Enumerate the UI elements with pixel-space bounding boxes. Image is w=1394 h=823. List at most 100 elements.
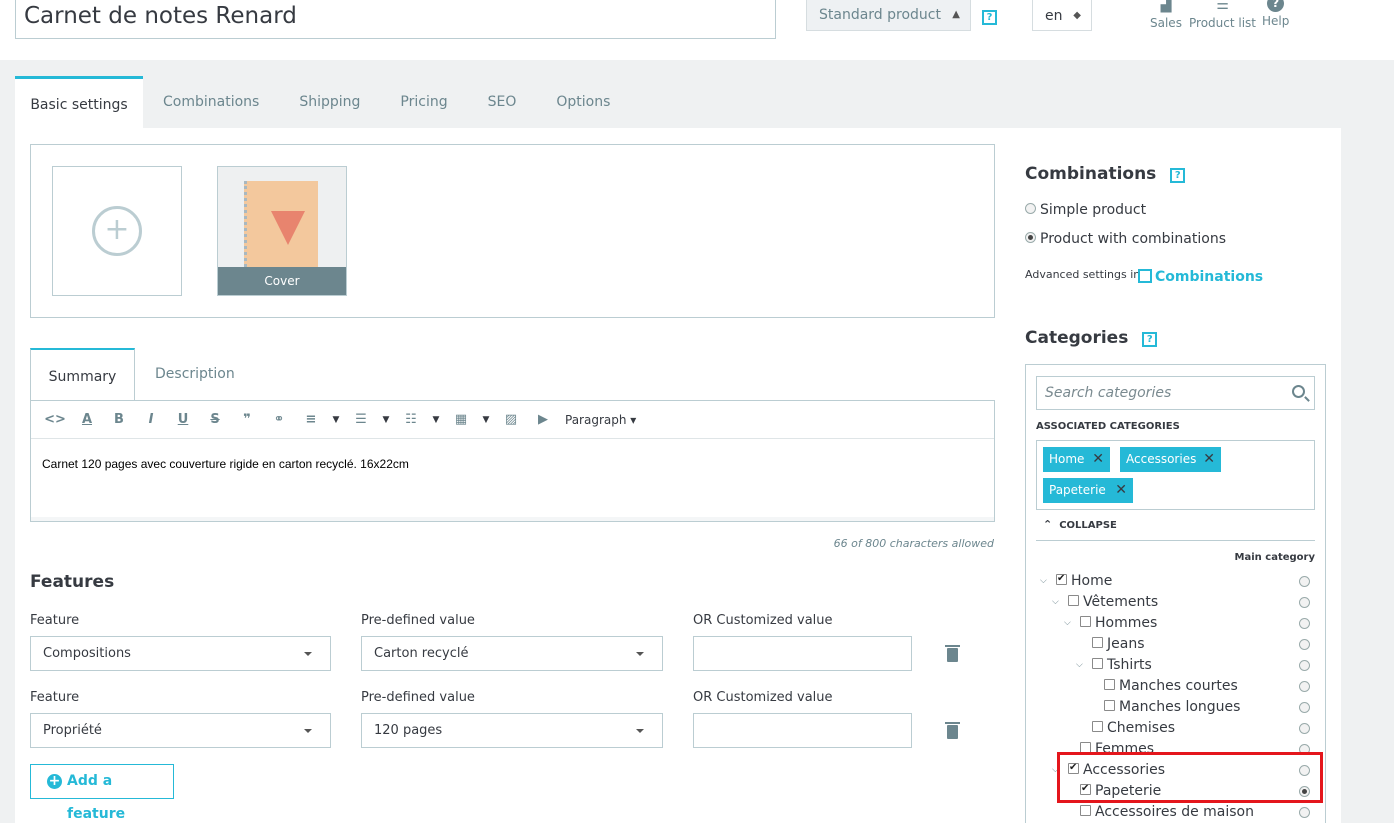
product-type-select[interactable]: Standard product ▲ [806,0,971,31]
close-icon[interactable]: ✕ [1115,478,1127,503]
checkbox-manches-longues[interactable] [1104,700,1115,711]
source-code-icon[interactable]: <> [39,412,71,427]
tree-item-label: Accessoires de maison [1095,804,1254,820]
tab-combinations[interactable]: Combinations [143,76,279,128]
chevron-down-icon[interactable]: ▼ [477,415,495,425]
add-image-button[interactable]: + [52,166,182,296]
main-category-radio-tshirts[interactable] [1299,660,1310,671]
chevron-down-icon[interactable]: ⌵ [1076,660,1083,670]
summary-editor[interactable]: <> A B I U S ❞ ⚭ ≡ ▼ ☰ ▼ ☷ ▼ ▦ ▼ ▨ ▶ Par… [30,400,995,522]
tree-item-manches-courtes[interactable]: Manches courtes [1104,677,1238,695]
chevron-down-icon[interactable]: ⌵ [1040,576,1047,586]
media-icon[interactable]: ▶ [527,412,559,427]
blockquote-icon[interactable]: ❞ [231,412,263,427]
main-category-radio-jeans[interactable] [1299,639,1310,650]
checkbox-jeans[interactable] [1092,637,1103,648]
bullet-list-icon[interactable]: ☰ [345,412,377,427]
tab-description[interactable]: Description [135,348,255,401]
numbered-list-icon[interactable]: ☷ [395,412,427,427]
feature-select[interactable]: Compositions [30,636,331,671]
category-search-input[interactable]: Search categories [1036,376,1315,410]
list-icon: ☰ [1216,0,1229,13]
feature-select[interactable]: Propriété [30,713,331,748]
table-icon[interactable]: ▦ [445,412,477,427]
divider [1036,540,1315,541]
checkbox-home[interactable] [1056,570,1067,588]
tree-item-jeans[interactable]: Jeans [1092,635,1145,653]
image-icon[interactable]: ▨ [495,412,527,427]
trash-icon[interactable] [945,722,960,739]
main-category-radio-home[interactable] [1299,576,1310,587]
checkbox-accessoires-de-maison[interactable] [1080,805,1091,816]
link-icon[interactable]: ⚭ [263,412,295,427]
tab-options[interactable]: Options [536,76,630,128]
product-type-help-icon[interactable]: ? [982,10,997,25]
tab-basic-settings[interactable]: Basic settings [15,76,143,128]
radio-simple-product[interactable] [1025,203,1036,214]
tree-item-label: Jeans [1107,636,1145,652]
product-list-link[interactable]: ☰ Product list [1189,0,1256,30]
close-icon[interactable]: ✕ [1203,447,1215,472]
combinations-help-icon[interactable]: ? [1170,168,1186,183]
sales-link[interactable]: ▟ Sales [1150,0,1182,30]
custom-value-input[interactable] [693,636,912,671]
product-name-input[interactable]: Carnet de notes Renard [15,0,776,39]
language-select[interactable]: en ◆ [1032,0,1092,31]
close-icon[interactable]: ✕ [1092,447,1104,472]
main-category-radio-vetements[interactable] [1299,597,1310,608]
tree-item-tshirts[interactable]: Tshirts [1092,656,1152,674]
simple-product-option[interactable]: Simple product [1025,202,1146,218]
chevron-down-icon[interactable]: ⌵ [1064,618,1071,628]
main-category-radio-manches-longues[interactable] [1299,702,1310,713]
tab-summary[interactable]: Summary [30,348,135,401]
tree-item-label: Manches longues [1119,699,1241,715]
main-category-radio-manches-courtes[interactable] [1299,681,1310,692]
predefined-value-select[interactable]: 120 pages [361,713,663,748]
tree-item-home[interactable]: Home [1056,570,1112,590]
align-icon[interactable]: ≡ [295,412,327,427]
tab-shipping[interactable]: Shipping [279,76,380,128]
tree-item-manches-longues[interactable]: Manches longues [1104,698,1240,716]
cover-image-thumbnail[interactable]: Cover [217,166,347,296]
help-link[interactable]: ? Help [1262,0,1289,28]
summary-text[interactable]: Carnet 120 pages avec couverture rigide … [42,457,409,471]
tree-item-hommes[interactable]: Hommes [1080,614,1157,632]
text-color-icon[interactable]: A [71,412,103,427]
italic-icon[interactable]: I [135,412,167,427]
tab-pricing[interactable]: Pricing [380,76,467,128]
checkbox-hommes[interactable] [1080,616,1091,627]
tree-item-accessoires-de-maison[interactable]: Accessoires de maison [1080,803,1254,821]
tree-item-label: Vêtements [1083,594,1159,610]
checkbox-vetements[interactable] [1068,595,1079,606]
tab-seo[interactable]: SEO [468,76,537,128]
custom-value-input[interactable] [693,713,912,748]
main-category-radio-accessoires-de-maison[interactable] [1299,807,1310,818]
chevron-down-icon[interactable]: ▼ [327,415,345,425]
chevron-down-icon[interactable]: ▼ [427,415,445,425]
combinations-title-text: Combinations [1025,164,1157,184]
checkbox-manches-courtes[interactable] [1104,679,1115,690]
strikethrough-icon[interactable]: S [199,412,231,427]
product-with-combinations-option[interactable]: Product with combinations [1025,231,1226,247]
paragraph-format-select[interactable]: Paragraph ▾ [559,413,636,427]
chevron-down-icon[interactable]: ⌵ [1052,597,1059,607]
tree-item-chemises[interactable]: Chemises [1092,719,1175,737]
collapse-toggle[interactable]: ⌃ COLLAPSE [1043,518,1117,531]
add-feature-button[interactable]: + Add a feature [30,764,174,822]
radio-product-with-combinations[interactable] [1025,232,1036,243]
bold-icon[interactable]: B [103,412,135,427]
categories-help-icon[interactable]: ? [1142,332,1158,347]
main-category-radio-chemises[interactable] [1299,723,1310,734]
checkbox-tshirts[interactable] [1092,658,1103,669]
tree-item-vetements[interactable]: Vêtements [1068,593,1158,611]
checkbox-chemises[interactable] [1092,721,1103,732]
underline-icon[interactable]: U [167,412,199,427]
main-category-radio-hommes[interactable] [1299,618,1310,629]
predefined-value-select[interactable]: Carton recyclé [361,636,663,671]
feature-value: Propriété [43,723,102,738]
chevron-down-icon[interactable]: ▼ [377,415,395,425]
trash-icon[interactable] [945,645,960,662]
cover-label: Cover [218,267,346,295]
external-link-icon [1138,269,1152,283]
advanced-combinations-link[interactable]: Combinations [1138,267,1263,285]
